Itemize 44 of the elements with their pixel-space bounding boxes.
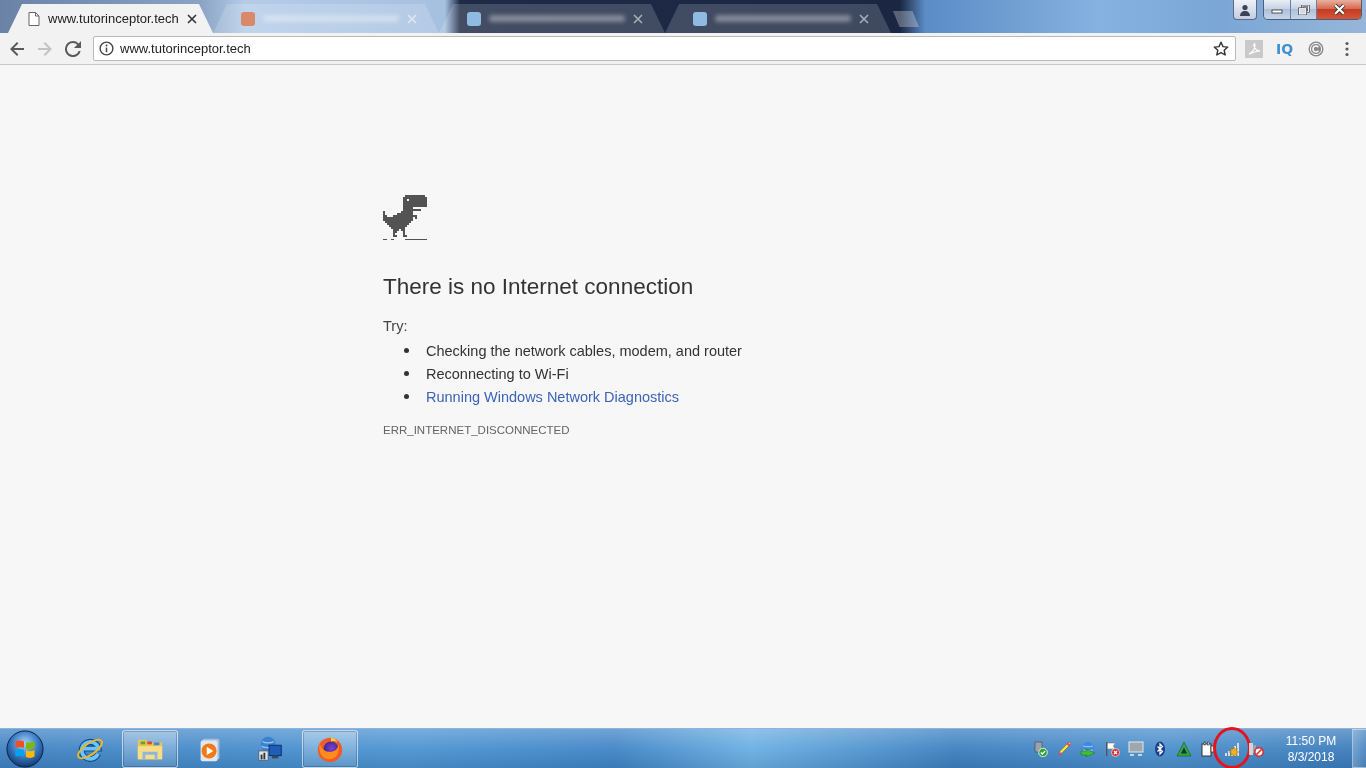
address-bar[interactable]: www.tutorinceptor.tech	[93, 36, 1236, 61]
diagnostics-link[interactable]: Running Windows Network Diagnostics	[426, 388, 680, 405]
new-tab-button[interactable]	[893, 11, 919, 27]
start-orb-icon	[6, 729, 44, 768]
page-icon	[28, 11, 40, 26]
taskbar-button[interactable]	[302, 729, 358, 768]
start-button[interactable]	[3, 728, 47, 768]
error-heading: There is no Internet connection	[383, 273, 695, 301]
pen-icon[interactable]	[1056, 740, 1072, 757]
dinosaur-icon	[383, 195, 427, 241]
extension-button[interactable]: IQ	[1269, 34, 1300, 63]
plug-icon[interactable]	[1200, 740, 1216, 757]
close-button[interactable]	[1317, 0, 1361, 19]
device-check-icon[interactable]	[1032, 740, 1048, 757]
bullet-icon	[404, 394, 409, 399]
restore-button[interactable]	[1291, 0, 1317, 19]
c-circle-icon	[1307, 40, 1324, 57]
reload-icon	[65, 40, 81, 57]
profile-button[interactable]	[1233, 0, 1257, 20]
close-icon	[1332, 4, 1346, 15]
clock-button[interactable]: 11:50 PM 8/3/2018	[1278, 729, 1344, 768]
minimize-button[interactable]	[1264, 0, 1291, 19]
tab[interactable]: www.tutorinceptor.tech	[8, 4, 213, 33]
try-label: Try:	[383, 317, 409, 336]
bluetooth-icon[interactable]	[1152, 740, 1168, 757]
flag-icon[interactable]	[1104, 740, 1120, 757]
restore-icon	[1297, 4, 1310, 15]
curl-tile-icon	[1244, 39, 1263, 58]
person-icon	[1239, 3, 1251, 16]
close-icon[interactable]	[186, 13, 197, 24]
bullet-icon	[404, 371, 409, 376]
info-icon[interactable]	[99, 41, 114, 56]
monitor-icon[interactable]	[1128, 740, 1144, 757]
no-entry-icon[interactable]	[1248, 740, 1264, 757]
signal-bars-icon[interactable]	[1224, 740, 1240, 757]
show-desktop-button[interactable]	[1352, 729, 1366, 768]
bullet-icon	[404, 348, 409, 353]
menu-icon	[1344, 40, 1349, 57]
suggestion-text: Checking the network cables, modem, and router	[426, 342, 742, 359]
star-icon[interactable]	[1213, 40, 1229, 57]
triangle-icon[interactable]	[1176, 740, 1192, 757]
error-code: ERR_INTERNET_DISCONNECTED	[383, 424, 571, 436]
taskbar-button[interactable]	[122, 729, 178, 768]
suggestion-text: Reconnecting to Wi-Fi	[426, 365, 569, 382]
